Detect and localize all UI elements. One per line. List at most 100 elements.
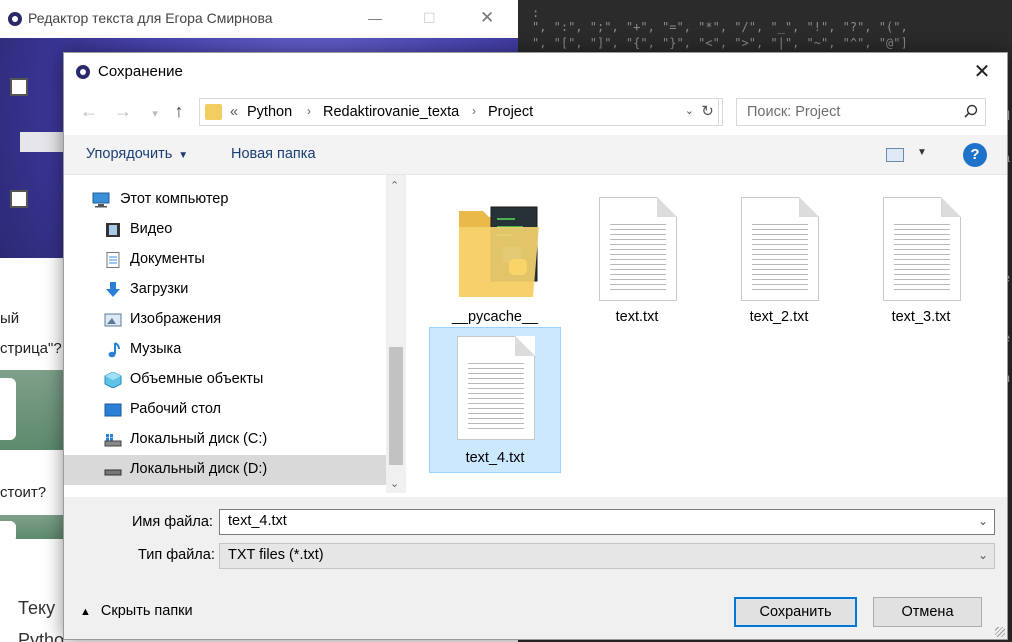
computer-icon (92, 192, 110, 208)
file-name: text_3.txt (891, 309, 951, 325)
file-item-text[interactable]: text.txt (571, 181, 703, 327)
editor-panel-box (0, 378, 16, 440)
tree-item-this-pc[interactable]: Этот компьютер (64, 185, 386, 215)
file-item-text-2[interactable]: text_2.txt (713, 181, 845, 327)
drive-d-icon (104, 469, 122, 476)
tree-label: Загрузки (130, 281, 189, 297)
file-item-pycache[interactable]: __pycache__ (429, 181, 561, 327)
close-icon[interactable]: ✕ (967, 59, 997, 85)
editor-title: Редактор текста для Егора Смирнова (28, 10, 273, 26)
txt-file-icon (457, 336, 535, 440)
scroll-down-icon[interactable]: ⌄ (390, 477, 399, 490)
side-text: Pytho (18, 630, 65, 642)
tree-label: Рабочий стол (130, 401, 222, 417)
navigation-pane: Этот компьютер Видео Документы Загрузки … (64, 175, 406, 493)
caret-down-icon: ▼ (178, 150, 189, 161)
tree-item-documents[interactable]: Документы (64, 245, 386, 275)
tree-label: Объемные объекты (130, 371, 264, 387)
breadcrumb-separator-icon[interactable]: › (472, 104, 476, 118)
tree-label: Локальный диск (D:) (130, 461, 268, 477)
python-folder-icon (459, 206, 539, 297)
close-icon[interactable]: ✕ (480, 8, 494, 28)
chevron-down-icon[interactable]: ⌄ (978, 548, 988, 562)
cancel-button[interactable]: Отмена (873, 597, 982, 627)
side-text: Теку (18, 598, 56, 618)
breadcrumb-project[interactable]: Project (488, 104, 533, 120)
filetype-select[interactable]: TXT files (*.txt) ⌄ (219, 543, 995, 569)
downloads-icon (106, 282, 120, 297)
dialog-footer: Имя файла: text_4.txt ⌄ Тип файла: TXT f… (64, 497, 1007, 639)
address-bar[interactable]: « Python › Redaktirovanie_texta › Projec… (199, 98, 723, 126)
caret-down-icon[interactable]: ▼ (917, 147, 927, 158)
scroll-up-icon[interactable]: ⌃ (390, 179, 399, 192)
recent-locations-chevron-icon[interactable]: ▾ (144, 107, 166, 120)
side-text: ый (0, 310, 20, 327)
filename-value: text_4.txt (228, 513, 287, 529)
editor-panel-strip (0, 370, 63, 450)
tree-label: Изображения (130, 311, 222, 327)
tree-label: Документы (130, 251, 205, 267)
new-folder-button[interactable]: Новая папка (231, 146, 316, 162)
tree-item-video[interactable]: Видео (64, 215, 386, 245)
navigation-scrollbar[interactable]: ⌃ ⌄ (386, 175, 406, 493)
txt-file-icon (599, 197, 677, 301)
file-name: text_4.txt (465, 450, 525, 466)
documents-icon (106, 252, 120, 268)
app-icon (76, 65, 90, 79)
help-icon[interactable]: ? (963, 143, 987, 167)
search-placeholder: Поиск: Project (747, 104, 841, 120)
file-item-text-4[interactable]: text_4.txt (429, 327, 561, 473)
command-bar: Упорядочить ▼ Новая папка ▼ ? (64, 135, 1007, 175)
search-icon (964, 104, 978, 118)
tree-item-music[interactable]: Музыка (64, 335, 386, 365)
save-dialog: Сохранение ✕ ← → ▾ ↑ « Python › Redaktir… (63, 52, 1008, 640)
app-icon (8, 12, 22, 26)
checkbox[interactable] (10, 78, 28, 96)
breadcrumb-python[interactable]: Python (247, 104, 292, 120)
checkbox[interactable] (10, 190, 28, 208)
minimize-icon[interactable]: — (368, 10, 382, 26)
refresh-icon[interactable]: ↻ (697, 98, 719, 126)
save-button[interactable]: Сохранить (734, 597, 857, 627)
tree-item-3d-objects[interactable]: Объемные объекты (64, 365, 386, 395)
txt-file-icon (741, 197, 819, 301)
resize-grip-icon[interactable] (995, 627, 1005, 637)
tree-item-images[interactable]: Изображения (64, 305, 386, 335)
hide-folders-button[interactable]: ▲ Скрыть папки (80, 603, 193, 619)
editor-panel-strip (0, 515, 63, 543)
scrollbar-thumb[interactable] (389, 347, 403, 465)
view-mode-icon[interactable] (886, 148, 904, 162)
chevron-down-icon[interactable]: ⌄ (978, 514, 988, 528)
tree-item-drive-d[interactable]: Локальный диск (D:) (64, 455, 386, 485)
tree-label: Музыка (130, 341, 182, 357)
music-icon (108, 342, 120, 358)
file-name: text_2.txt (749, 309, 809, 325)
breadcrumb-redaktirovanie[interactable]: Redaktirovanie_texta (323, 104, 459, 120)
file-item-text-3[interactable]: text_3.txt (855, 181, 987, 327)
code-line: : (532, 6, 540, 20)
organize-label: Упорядочить (86, 146, 173, 162)
breadcrumb-separator-icon[interactable]: › (307, 104, 311, 118)
breadcrumb-overflow[interactable]: « (230, 104, 238, 120)
tree-item-downloads[interactable]: Загрузки (64, 275, 386, 305)
filetype-label: Тип файла: (138, 547, 215, 563)
editor-panel-box (0, 521, 16, 543)
maximize-icon[interactable]: ☐ (423, 10, 436, 27)
video-icon (106, 223, 120, 237)
code-line: ", ":", ";", "+", "=", "*", "/", "_", "!… (532, 20, 908, 34)
organize-button[interactable]: Упорядочить ▼ (86, 146, 188, 162)
up-arrow-icon[interactable]: ↑ (168, 101, 190, 122)
tree-label: Видео (130, 221, 173, 237)
forward-arrow-icon[interactable]: → (112, 101, 134, 122)
filename-label: Имя файла: (132, 514, 213, 530)
search-input[interactable]: Поиск: Project (736, 98, 986, 126)
file-view: __pycache__ text.txt text_2.txt text_3.t… (409, 175, 1007, 497)
dialog-titlebar: Сохранение ✕ (64, 53, 1007, 91)
filename-input[interactable]: text_4.txt ⌄ (219, 509, 995, 535)
dialog-title: Сохранение (98, 63, 183, 80)
back-arrow-icon[interactable]: ← (78, 101, 100, 122)
tree-item-drive-c[interactable]: Локальный диск (C:) (64, 425, 386, 455)
txt-file-icon (883, 197, 961, 301)
tree-item-desktop[interactable]: Рабочий стол (64, 395, 386, 425)
chevron-down-icon[interactable]: ⌄ (685, 104, 694, 117)
